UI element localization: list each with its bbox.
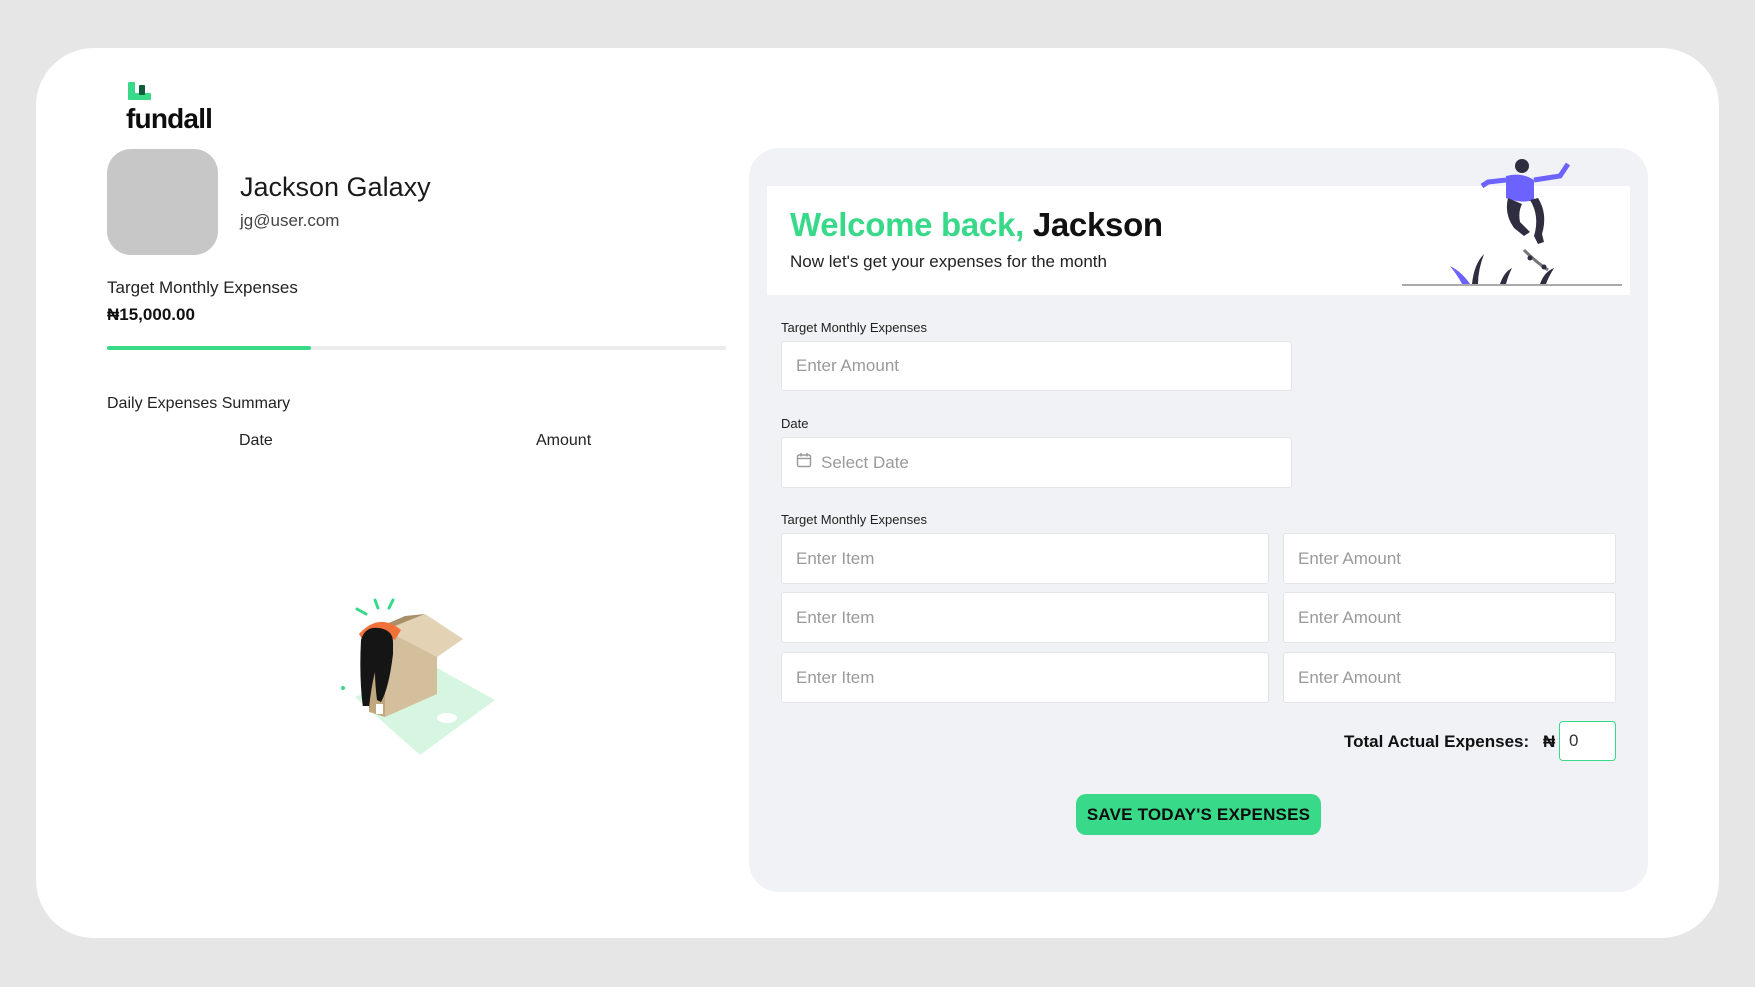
total-expenses-label: Total Actual Expenses: bbox=[1344, 732, 1530, 751]
summary-column-date: Date bbox=[239, 432, 273, 449]
save-expenses-button[interactable]: SAVE TODAY'S EXPENSES bbox=[1076, 794, 1321, 835]
summary-title: Daily Expenses Summary bbox=[107, 395, 291, 412]
total-expenses-input[interactable]: 0 bbox=[1559, 721, 1616, 761]
target-label: Target Monthly Expenses bbox=[107, 278, 298, 297]
item-input-3[interactable]: Enter Item bbox=[781, 652, 1269, 703]
items-label: Target Monthly Expenses bbox=[781, 512, 927, 527]
amount-input-2[interactable]: Enter Amount bbox=[1283, 592, 1616, 643]
welcome-name: Jackson bbox=[1032, 206, 1163, 243]
skater-illustration bbox=[1400, 154, 1625, 294]
item-input-1[interactable]: Enter Item bbox=[781, 533, 1269, 584]
target-progress-bar bbox=[107, 346, 726, 350]
avatar bbox=[107, 149, 218, 255]
user-name: Jackson Galaxy bbox=[240, 172, 431, 202]
target-amount-label: Target Monthly Expenses bbox=[781, 320, 927, 335]
target-amount-input[interactable]: Enter Amount bbox=[781, 341, 1292, 391]
logo-mark-icon bbox=[126, 82, 156, 104]
target-progress-fill bbox=[107, 346, 312, 350]
empty-state-illustration bbox=[335, 592, 495, 767]
amount-placeholder: Enter Amount bbox=[1298, 548, 1402, 568]
date-label: Date bbox=[781, 416, 809, 431]
amount-input-1[interactable]: Enter Amount bbox=[1283, 533, 1616, 584]
user-email: jg@user.com bbox=[240, 211, 340, 230]
fundall-logo[interactable]: fundall bbox=[126, 82, 213, 134]
welcome-title: Welcome back, Jackson bbox=[790, 206, 1163, 244]
amount-placeholder: Enter Amount bbox=[1298, 607, 1402, 627]
item-input-2[interactable]: Enter Item bbox=[781, 592, 1269, 643]
summary-column-amount: Amount bbox=[536, 432, 592, 449]
amount-placeholder: Enter Amount bbox=[1298, 667, 1402, 687]
currency-symbol: ₦ bbox=[1543, 732, 1556, 751]
amount-input-3[interactable]: Enter Amount bbox=[1283, 652, 1616, 703]
date-picker-input[interactable]: Select Date bbox=[781, 437, 1292, 488]
item-placeholder: Enter Item bbox=[796, 607, 875, 627]
item-placeholder: Enter Item bbox=[796, 548, 875, 568]
welcome-greeting: Welcome back, bbox=[790, 206, 1024, 243]
total-expenses-value: 0 bbox=[1569, 731, 1579, 750]
target-amount-placeholder: Enter Amount bbox=[796, 356, 900, 375]
welcome-subtitle: Now let's get your expenses for the mont… bbox=[790, 252, 1107, 271]
date-placeholder: Select Date bbox=[821, 452, 909, 472]
calendar-icon bbox=[796, 452, 812, 473]
logo-text: fundall bbox=[126, 103, 213, 134]
item-placeholder: Enter Item bbox=[796, 667, 875, 687]
target-value: ₦15,000.00 bbox=[107, 305, 195, 324]
